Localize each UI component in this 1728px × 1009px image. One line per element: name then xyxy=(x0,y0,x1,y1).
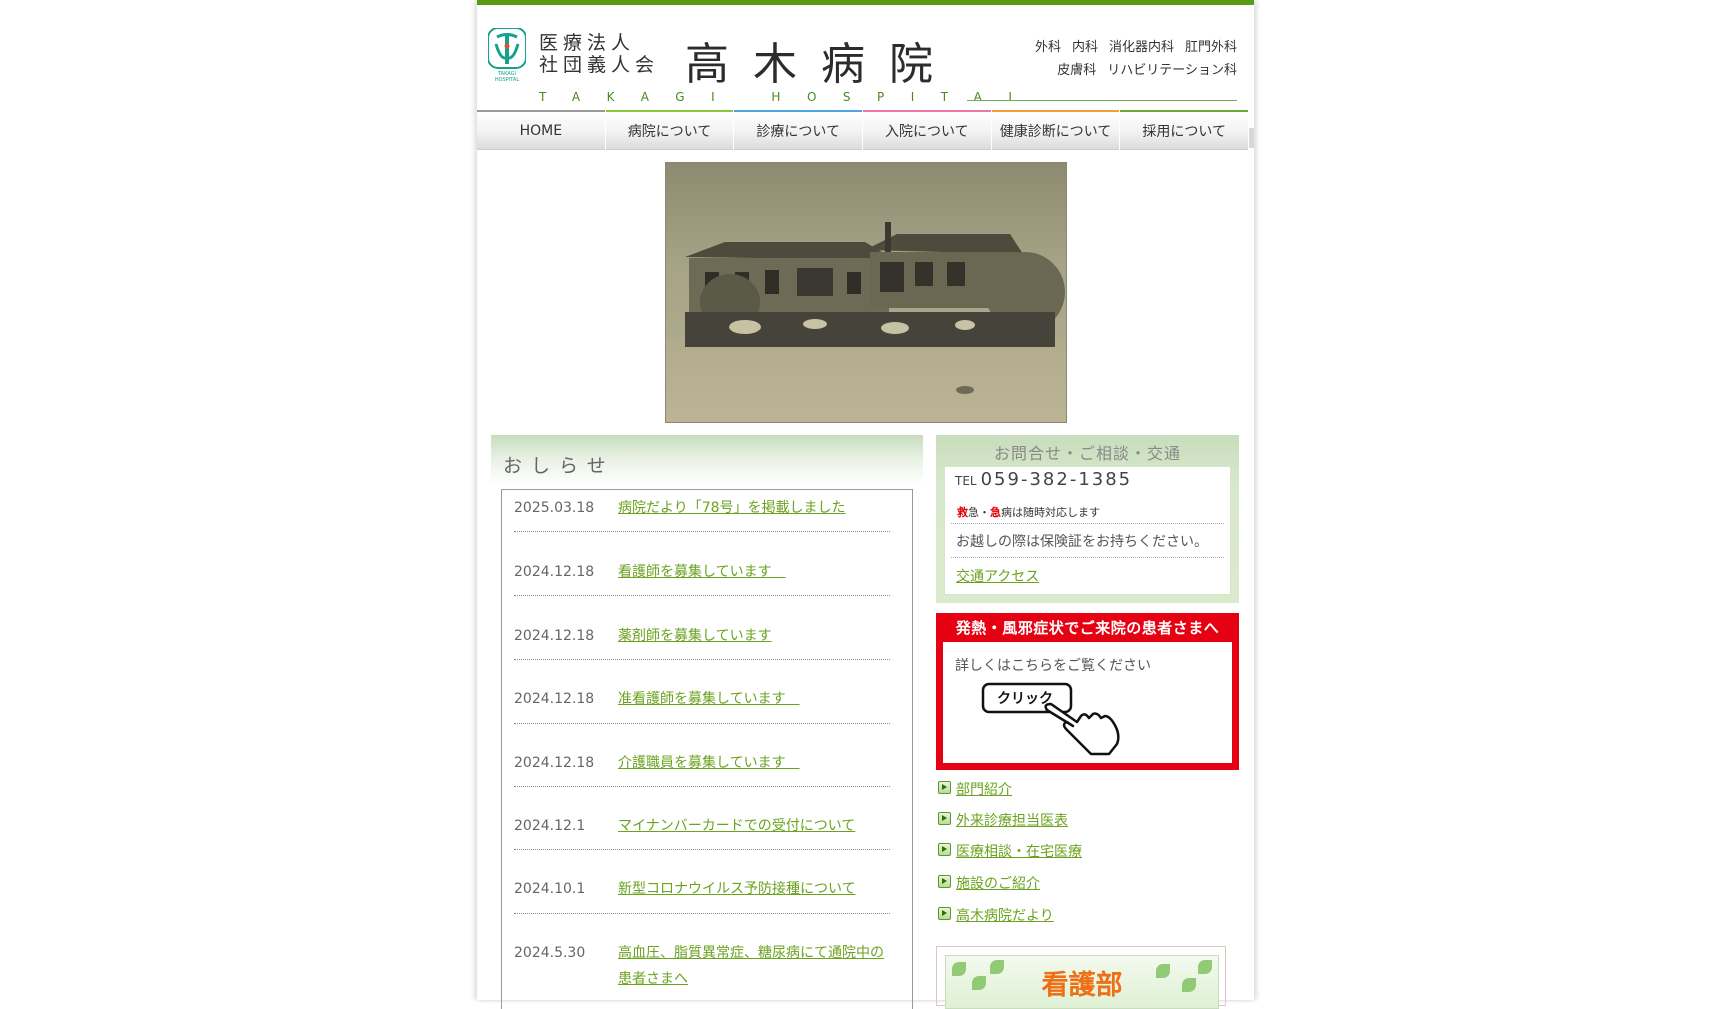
news-date: 2024.10.1 xyxy=(514,881,586,897)
news-link[interactable]: 介護職員を募集しています xyxy=(618,750,890,776)
click-button-label: クリック xyxy=(997,691,1053,707)
department-label: 肛門外科 xyxy=(1184,40,1237,55)
news-header: おしらせ xyxy=(491,435,923,485)
news-date: 2024.12.1 xyxy=(514,818,586,834)
svg-text:HOSPITAL: HOSPITAL xyxy=(495,77,519,82)
contact-title: お問合せ・ご相談・交通 xyxy=(993,444,1181,463)
main-navigation: HOME 病院について 診療について 入院について 健康診断について 採用につい… xyxy=(477,110,1255,152)
top-accent-bar xyxy=(477,0,1254,5)
corp-line-1: 医療法人 xyxy=(539,32,636,54)
nav-label: 健康診断について xyxy=(999,123,1112,140)
hospital-logo-icon[interactable]: TAKAGI HOSPITAL xyxy=(487,27,527,83)
news-date: 2024.12.18 xyxy=(514,755,595,771)
tel-label: TEL xyxy=(955,474,977,488)
department-label: リハビリテーション科 xyxy=(1107,63,1237,78)
contact-divider xyxy=(951,523,1224,524)
arrow-icon xyxy=(938,907,951,920)
emergency-text: 病は随時対応します xyxy=(1001,506,1100,519)
historical-hospital-photo xyxy=(664,161,1068,424)
corp-line-2: 社団義人会 xyxy=(539,54,660,76)
arrow-icon xyxy=(938,875,951,888)
news-link[interactable]: 新型コロナウイルス予防接種について xyxy=(618,876,890,902)
side-link-label: 高木病院だより xyxy=(956,908,1054,924)
department-list: 外科 内科 消化器内科 肛門外科 皮膚科 リハビリテーション科 xyxy=(997,36,1237,82)
news-link[interactable]: 薬剤師を募集しています xyxy=(618,623,890,649)
emergency-mark: 救 xyxy=(957,506,968,519)
nursing-banner-frame: 看護部 xyxy=(936,946,1226,1009)
news-divider xyxy=(514,723,890,724)
contact-divider xyxy=(951,557,1224,558)
emergency-text: 急・ xyxy=(968,506,990,519)
arrow-icon xyxy=(938,843,951,856)
department-label: 外科 xyxy=(1034,40,1061,55)
hospital-roman-name: TAKAGI HOSPITAL xyxy=(539,90,1042,104)
nav-end-cap xyxy=(1249,128,1255,148)
news-divider xyxy=(514,786,890,787)
nav-label: 診療について xyxy=(756,123,840,140)
nav-label: 病院について xyxy=(627,123,712,140)
news-date: 2024.12.18 xyxy=(514,564,595,580)
arrow-icon xyxy=(938,781,951,794)
hospital-name[interactable]: 高木病院 xyxy=(685,28,957,92)
nav-label: 入院について xyxy=(885,123,969,140)
department-line-2: 皮膚科 リハビリテーション科 xyxy=(997,59,1237,82)
department-label: 皮膚科 xyxy=(1057,63,1097,78)
news-date: 2024.12.18 xyxy=(514,691,595,707)
tel-value: 059-382-1385 xyxy=(980,469,1133,490)
news-list: 2025.03.18 病院だより「78号」を掲載しました 2024.12.18 … xyxy=(501,489,913,1009)
arrow-icon xyxy=(938,812,951,825)
nursing-banner-title: 看護部 xyxy=(1041,970,1123,1001)
nav-treatment[interactable]: 診療について xyxy=(734,110,863,150)
side-link-label: 施設のご紹介 xyxy=(956,876,1040,892)
nav-home[interactable]: HOME xyxy=(477,110,605,150)
nav-label: 採用について xyxy=(1142,123,1226,140)
news-divider xyxy=(514,659,890,660)
news-divider xyxy=(514,913,890,914)
department-line-1: 外科 内科 消化器内科 肛門外科 xyxy=(997,36,1237,59)
news-link[interactable]: 看護師を募集しています xyxy=(618,559,890,585)
emergency-mark: 急 xyxy=(990,506,1001,519)
news-date: 2024.12.18 xyxy=(514,628,595,644)
click-button[interactable]: クリック xyxy=(981,682,1131,762)
fever-notice-text: 詳しくはこちらをご覧ください xyxy=(955,658,1151,674)
page-container: TAKAGI HOSPITAL 医療法人 社団義人会 高木病院 TAKAGI H… xyxy=(477,0,1255,1009)
news-link[interactable]: マイナンバーカードでの受付について xyxy=(618,813,890,839)
news-divider xyxy=(514,849,890,850)
nav-recruitment[interactable]: 採用について xyxy=(1120,110,1249,150)
side-link-label: 外来診療担当医表 xyxy=(956,813,1068,829)
pointing-hand-icon xyxy=(1044,702,1120,756)
nav-health-checkup[interactable]: 健康診断について xyxy=(991,110,1120,150)
news-divider xyxy=(514,531,890,532)
news-date: 2024.5.30 xyxy=(514,945,586,961)
emergency-note: 救急・急病は随時対応します xyxy=(957,504,1100,520)
insurance-note: お越しの際は保険証をお持ちください。 xyxy=(956,534,1208,550)
side-link-label: 部門紹介 xyxy=(956,782,1012,798)
contact-box: お問合せ・ご相談・交通 TEL 059-382-1385 救急・急病は随時対応しま… xyxy=(936,435,1239,603)
news-title: おしらせ xyxy=(503,455,615,477)
nav-admission[interactable]: 入院について xyxy=(863,110,991,150)
nursing-banner[interactable]: 看護部 xyxy=(945,955,1219,1009)
news-link[interactable]: 准看護師を募集しています xyxy=(618,686,890,712)
contact-inner: TEL 059-382-1385 救急・急病は随時対応します お越しの際は保険証を… xyxy=(944,466,1231,595)
news-divider xyxy=(514,595,890,596)
side-link-label: 医療相談・在宅医療 xyxy=(956,844,1082,860)
access-link[interactable]: 交通アクセス xyxy=(956,566,1039,586)
header-rule xyxy=(967,100,1237,101)
news-date: 2025.03.18 xyxy=(514,500,595,516)
nav-about-hospital[interactable]: 病院について xyxy=(605,110,734,150)
news-link[interactable]: 病院だより「78号」を掲載しました xyxy=(618,495,890,521)
news-link[interactable]: 高血圧、脂質異常症、糖尿病にて通院中の患者さまへ xyxy=(618,940,890,992)
fever-notice-inner: 詳しくはこちらをご覧ください クリック xyxy=(943,642,1232,763)
corporation-name: 医療法人 社団義人会 xyxy=(539,32,659,76)
fever-notice-box[interactable]: 発熱・風邪症状でご来院の患者さまへ 詳しくはこちらをご覧ください クリック xyxy=(936,613,1239,770)
nav-label: HOME xyxy=(519,122,563,139)
fever-notice-title: 発熱・風邪症状でご来院の患者さまへ xyxy=(955,619,1220,637)
department-label: 消化器内科 xyxy=(1108,40,1174,55)
phone-number[interactable]: TEL 059-382-1385 xyxy=(955,469,1132,490)
department-label: 内科 xyxy=(1071,40,1098,55)
